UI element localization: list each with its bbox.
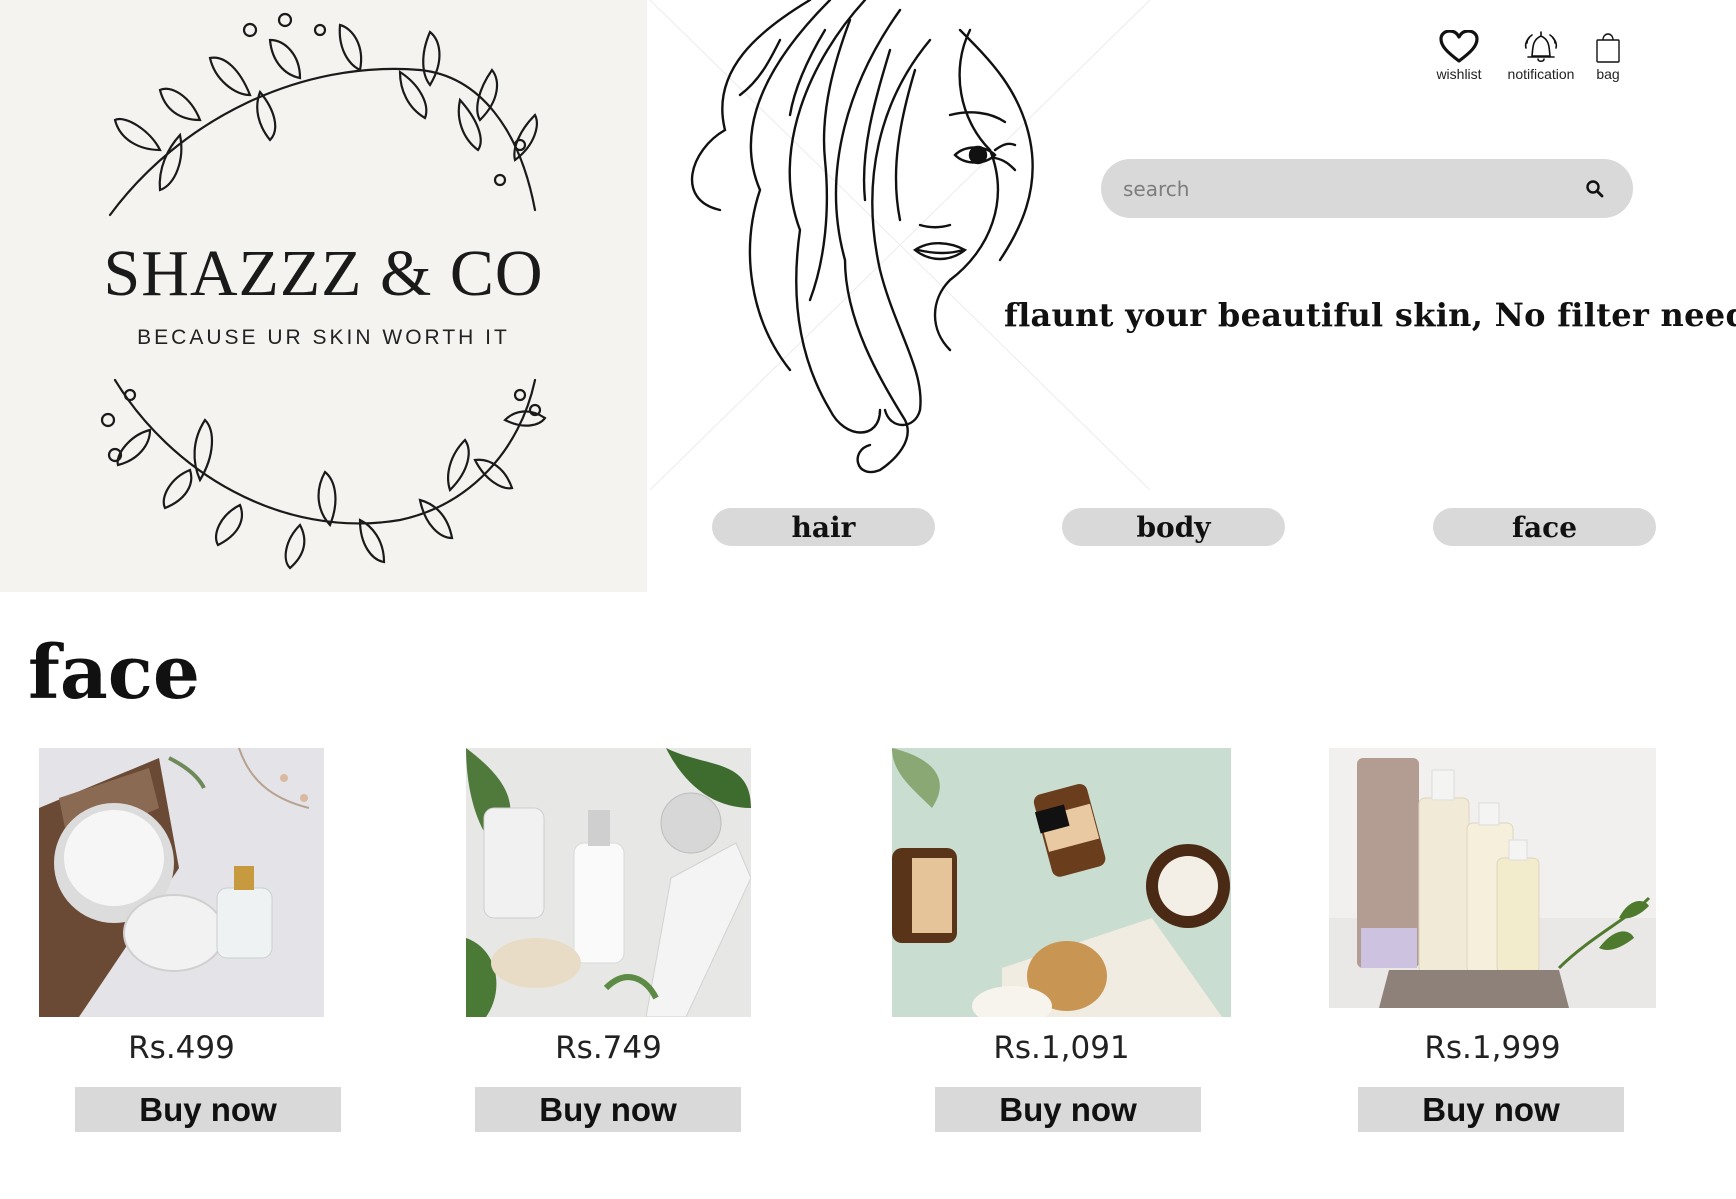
brand-logo[interactable]: SHAZZZ & CO BECAUSE UR SKIN WORTH IT xyxy=(0,0,647,592)
heart-icon xyxy=(1439,30,1479,63)
header-icons: wishlist notification bag xyxy=(1418,30,1634,82)
product-image[interactable] xyxy=(466,748,751,1017)
bag-label: bag xyxy=(1596,66,1620,82)
notification-label: notification xyxy=(1507,66,1575,82)
hero-slogan: flaunt your beautiful skin, No filter ne… xyxy=(1004,296,1736,334)
category-face-button[interactable]: face xyxy=(1433,508,1656,546)
product-image[interactable] xyxy=(892,748,1231,1017)
category-body-button[interactable]: body xyxy=(1062,508,1285,546)
woman-face-illustration xyxy=(690,0,1034,474)
buy-now-button[interactable]: Buy now xyxy=(1358,1087,1624,1132)
search-input[interactable] xyxy=(1123,176,1579,201)
product-price: Rs.499 xyxy=(128,1030,235,1066)
bag-button[interactable]: bag xyxy=(1582,30,1634,82)
section-title: face xyxy=(28,630,200,716)
category-hair-button[interactable]: hair xyxy=(712,508,935,546)
brand-name: SHAZZZ & CO xyxy=(103,237,544,310)
notification-button[interactable]: notification xyxy=(1500,30,1582,82)
product-image[interactable] xyxy=(39,748,324,1017)
buy-now-button[interactable]: Buy now xyxy=(75,1087,341,1132)
search-button[interactable] xyxy=(1579,173,1611,205)
product-image[interactable] xyxy=(1329,748,1656,1008)
product-price: Rs.1,999 xyxy=(1424,1030,1561,1066)
bag-icon xyxy=(1596,33,1620,63)
product-price: Rs.1,091 xyxy=(993,1030,1130,1066)
product-price: Rs.749 xyxy=(555,1030,662,1066)
wishlist-label: wishlist xyxy=(1436,66,1482,82)
buy-now-button[interactable]: Buy now xyxy=(475,1087,741,1132)
brand-tagline: BECAUSE UR SKIN WORTH IT xyxy=(137,326,510,349)
wishlist-button[interactable]: wishlist xyxy=(1418,30,1500,82)
buy-now-button[interactable]: Buy now xyxy=(935,1087,1201,1132)
bell-icon xyxy=(1524,31,1558,63)
search-icon xyxy=(1586,179,1604,197)
search-bar xyxy=(1101,159,1633,218)
